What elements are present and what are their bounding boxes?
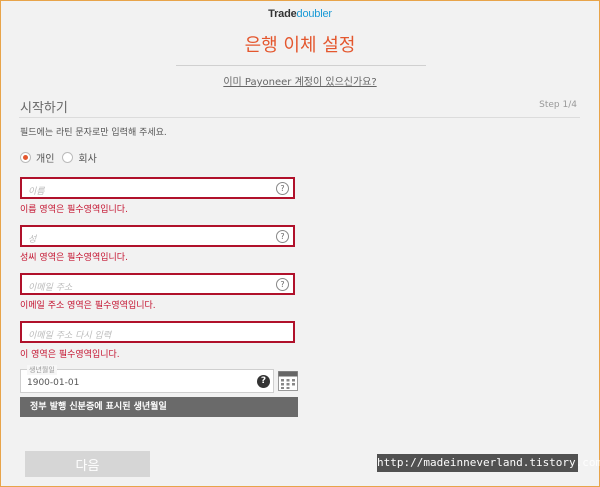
email-confirm-error: 이 영역은 필수영역입니다.	[20, 350, 120, 360]
first-name-input[interactable]	[22, 183, 268, 201]
dob-input[interactable]	[21, 372, 247, 394]
first-name-error: 이름 영역은 필수영역입니다.	[20, 205, 128, 215]
tradedoubler-logo: Tradedoubler	[1, 8, 599, 20]
step-indicator: Step 1/4	[539, 100, 577, 110]
last-name-input[interactable]	[22, 231, 268, 249]
existing-account-link[interactable]: 이미 Payoneer 계정이 있으신가요?	[1, 73, 599, 88]
email-help-icon[interactable]: ?	[276, 278, 289, 291]
radio-company-label: 회사	[78, 154, 97, 165]
dob-field: 생년월일 ?	[20, 365, 274, 394]
next-button[interactable]: 다음	[25, 451, 150, 477]
email-confirm-field	[20, 321, 295, 345]
email-error: 이메일 주소 영역은 필수영역입니다.	[20, 301, 156, 311]
watermark-url: http://madeinneverland.tistory.com	[377, 454, 600, 472]
header-divider	[176, 65, 426, 66]
email-field: ?	[20, 273, 295, 297]
first-name-field: ?	[20, 177, 295, 201]
radio-company[interactable]	[62, 152, 74, 163]
step-title: 시작하기	[20, 101, 68, 116]
last-name-help-icon[interactable]: ?	[276, 230, 289, 243]
dob-help-icon[interactable]: ?	[257, 375, 270, 388]
account-type-radio-group: 개인 회사	[20, 150, 105, 165]
radio-individual[interactable]	[20, 152, 31, 163]
logo-main: Trade	[268, 8, 297, 20]
page-frame: Tradedoubler 은행 이체 설정 이미 Payoneer 계정이 있으…	[0, 0, 600, 487]
dob-label: 생년월일	[27, 365, 57, 375]
email-input[interactable]	[22, 279, 268, 297]
instruction-text: 필드에는 라틴 문자로만 입력해 주세요.	[20, 128, 167, 138]
email-confirm-input[interactable]	[22, 327, 268, 345]
page-title: 은행 이체 설정	[244, 35, 356, 56]
radio-option-individual[interactable]: 개인	[20, 150, 54, 165]
logo-accent: doubler	[296, 8, 332, 20]
radio-option-company[interactable]: 회사	[62, 150, 97, 165]
last-name-error: 성씨 영역은 필수영역입니다.	[20, 253, 128, 263]
last-name-field: ?	[20, 225, 295, 249]
dob-hint-tooltip: 정부 발행 신분증에 표시된 생년월일	[20, 397, 298, 417]
calendar-icon[interactable]	[278, 370, 298, 392]
section-divider	[19, 117, 580, 118]
radio-individual-label: 개인	[36, 154, 55, 165]
first-name-help-icon[interactable]: ?	[276, 182, 289, 195]
